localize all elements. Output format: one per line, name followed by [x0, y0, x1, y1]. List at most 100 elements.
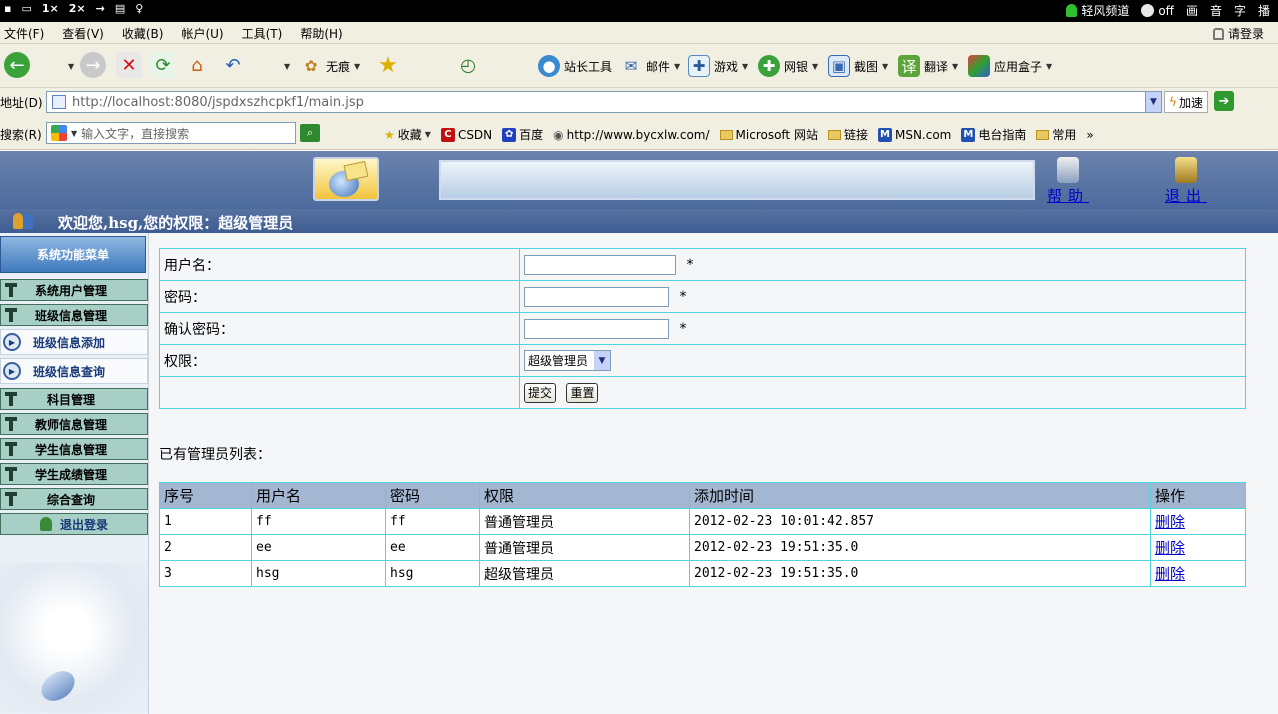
- menu-help[interactable]: 帮助(H): [300, 25, 342, 42]
- login-label: 请登录: [1227, 27, 1264, 41]
- stop-icon[interactable]: ✕: [116, 52, 142, 78]
- pin-icon[interactable]: →: [96, 2, 105, 15]
- clock-icon[interactable]: ◴: [455, 52, 481, 78]
- welcome-bar: 欢迎您,hsg,您的权限：超级管理员: [0, 209, 1278, 233]
- col-username: 用户名: [251, 482, 386, 509]
- cell-index: 1: [159, 508, 252, 535]
- channel-label: 轻风频道: [1081, 4, 1130, 18]
- exit-door-icon: [1175, 157, 1197, 183]
- menu-file[interactable]: 文件(F): [4, 25, 44, 42]
- sidebar-item-class-query[interactable]: ▶ 班级信息查询: [0, 358, 148, 384]
- submit-button[interactable]: 提交: [524, 382, 557, 403]
- sys-item-text[interactable]: 字: [1234, 2, 1246, 19]
- role-select-value: 超级管理员: [528, 354, 589, 368]
- toolbar-item-translate[interactable]: 译 翻译 ▼: [898, 55, 958, 77]
- sidebar-item-subjects[interactable]: 科目管理: [0, 388, 148, 410]
- toolbar-item-mail[interactable]: ✉ 邮件 ▼: [620, 55, 680, 77]
- link-radio[interactable]: M 电台指南: [961, 126, 1026, 143]
- search-links-bar: 搜索(R) ▼ 输入文字，直接搜索 ⌕ ★ 收藏 ▼ C CSDN ✿ 百度 ◉ http…: [0, 116, 1278, 150]
- gamepad-icon: ✚: [688, 55, 710, 77]
- toolbar-item-games[interactable]: ✚ 游戏 ▼: [688, 55, 748, 77]
- link-microsoft[interactable]: Microsoft 网站: [719, 126, 818, 143]
- menu-tools[interactable]: 工具(T): [242, 25, 283, 42]
- sys-item-play[interactable]: 播: [1258, 2, 1270, 19]
- delete-link[interactable]: 删除: [1155, 513, 1185, 531]
- window-icon[interactable]: ▭: [21, 2, 31, 15]
- link-favorites[interactable]: ★ 收藏 ▼: [384, 126, 431, 143]
- toolbar-item-webmaster[interactable]: ● 站长工具: [538, 55, 612, 77]
- link-common[interactable]: 常用: [1036, 126, 1076, 143]
- csdn-icon: C: [440, 127, 455, 142]
- link-bycxlw[interactable]: ◉ http://www.bycxlw.com/: [553, 128, 709, 142]
- search-button[interactable]: ⌕: [300, 124, 320, 142]
- sidebar-item-class-management[interactable]: 班级信息管理: [0, 304, 148, 326]
- toolbar-label: 网银: [784, 59, 809, 74]
- link-baidu[interactable]: ✿ 百度: [502, 126, 543, 143]
- app-icon[interactable]: ▪: [4, 2, 11, 15]
- forward-icon[interactable]: →: [80, 52, 106, 78]
- links-more-icon[interactable]: »: [1086, 128, 1093, 142]
- sidebar-item-query[interactable]: 综合查询: [0, 488, 148, 510]
- back-dropdown-icon[interactable]: ▼: [68, 62, 74, 71]
- bulb-icon[interactable]: ♀: [135, 2, 143, 15]
- menu-favorites[interactable]: 收藏(B): [122, 25, 164, 42]
- sidebar-item-teachers[interactable]: 教师信息管理: [0, 413, 148, 435]
- chevron-down-icon: ▼: [742, 61, 749, 71]
- panel-icon[interactable]: ▤: [115, 2, 125, 15]
- reset-button[interactable]: 重置: [566, 382, 599, 403]
- zoom-2x[interactable]: 2×: [69, 2, 86, 15]
- link-csdn[interactable]: C CSDN: [440, 127, 492, 142]
- search-engine-icon: [51, 125, 67, 141]
- toolbar-item-appbox[interactable]: 应用盒子 ▼: [968, 55, 1052, 77]
- address-dropdown-icon[interactable]: ▼: [1145, 92, 1161, 112]
- form-row-confirm: 确认密码： *: [159, 312, 1246, 345]
- help-link[interactable]: 帮助: [1047, 187, 1089, 205]
- go-button[interactable]: ➔: [1214, 91, 1234, 111]
- delete-link[interactable]: 删除: [1155, 565, 1185, 583]
- zoom-1x[interactable]: 1×: [42, 2, 59, 15]
- menu-account[interactable]: 帐户(U): [181, 25, 223, 42]
- sidebar-logout[interactable]: 退出登录: [0, 513, 148, 535]
- sidebar-item-label: 学生成绩管理: [35, 467, 108, 482]
- login-button[interactable]: 请登录: [1212, 25, 1264, 42]
- sys-item-sound[interactable]: 音: [1210, 2, 1222, 19]
- role-select[interactable]: 超级管理员 ▼: [524, 350, 612, 371]
- off-toggle[interactable]: off: [1141, 4, 1174, 18]
- username-label: 用户名：: [159, 248, 520, 281]
- menu-view[interactable]: 查看(V): [62, 25, 104, 42]
- username-input[interactable]: [524, 254, 676, 275]
- undo-dropdown-icon[interactable]: ▼: [284, 62, 290, 71]
- channel-badge[interactable]: 轻风频道: [1066, 2, 1129, 19]
- help-button[interactable]: 帮助: [1046, 157, 1090, 206]
- link-label: 链接: [843, 128, 868, 142]
- sidebar-item-grades[interactable]: 学生成绩管理: [0, 463, 148, 485]
- sidebar-item-students[interactable]: 学生信息管理: [0, 438, 148, 460]
- password-input[interactable]: [524, 286, 669, 307]
- cell-added-time: 2012-02-23 19:51:35.0: [689, 534, 1151, 561]
- refresh-icon[interactable]: ⟳: [150, 52, 176, 78]
- exit-button[interactable]: 退出: [1164, 157, 1208, 206]
- speedup-button[interactable]: ϟ 加速: [1164, 91, 1208, 113]
- sidebar-item-class-add[interactable]: ▶ 班级信息添加: [0, 329, 148, 355]
- address-input[interactable]: http://localhost:8080/jspdxszhcpkf1/main…: [46, 91, 1162, 113]
- delete-link[interactable]: 删除: [1155, 539, 1185, 557]
- exit-link[interactable]: 退出: [1165, 187, 1207, 205]
- sidebar-item-label: 系统用户管理: [35, 283, 108, 298]
- search-input[interactable]: ▼ 输入文字，直接搜索: [46, 122, 296, 144]
- link-msn[interactable]: M MSN.com: [877, 127, 951, 142]
- menu-bar: 文件(F) 查看(V) 收藏(B) 帐户(U) 工具(T) 帮助(H) 请登录: [0, 22, 1278, 44]
- sidebar-item-system-users[interactable]: 系统用户管理: [0, 279, 148, 301]
- home-icon[interactable]: ⌂: [184, 52, 210, 78]
- bank-icon: ✚: [758, 55, 780, 77]
- wrench-icon: [5, 308, 17, 322]
- sys-item-draw[interactable]: 画: [1186, 2, 1198, 19]
- undo-icon[interactable]: ↶: [220, 52, 246, 78]
- wuhen-button[interactable]: ✿ 无痕 ▼: [300, 55, 360, 77]
- confirm-password-input[interactable]: [524, 318, 669, 339]
- star-icon[interactable]: ★: [375, 52, 401, 78]
- back-icon[interactable]: ←: [4, 52, 30, 78]
- toolbar-item-screenshot[interactable]: ▣ 截图 ▼: [828, 55, 888, 77]
- toolbar-item-bank[interactable]: ✚ 网银 ▼: [758, 55, 818, 77]
- cell-role: 普通管理员: [479, 534, 690, 561]
- link-links[interactable]: 链接: [827, 126, 868, 143]
